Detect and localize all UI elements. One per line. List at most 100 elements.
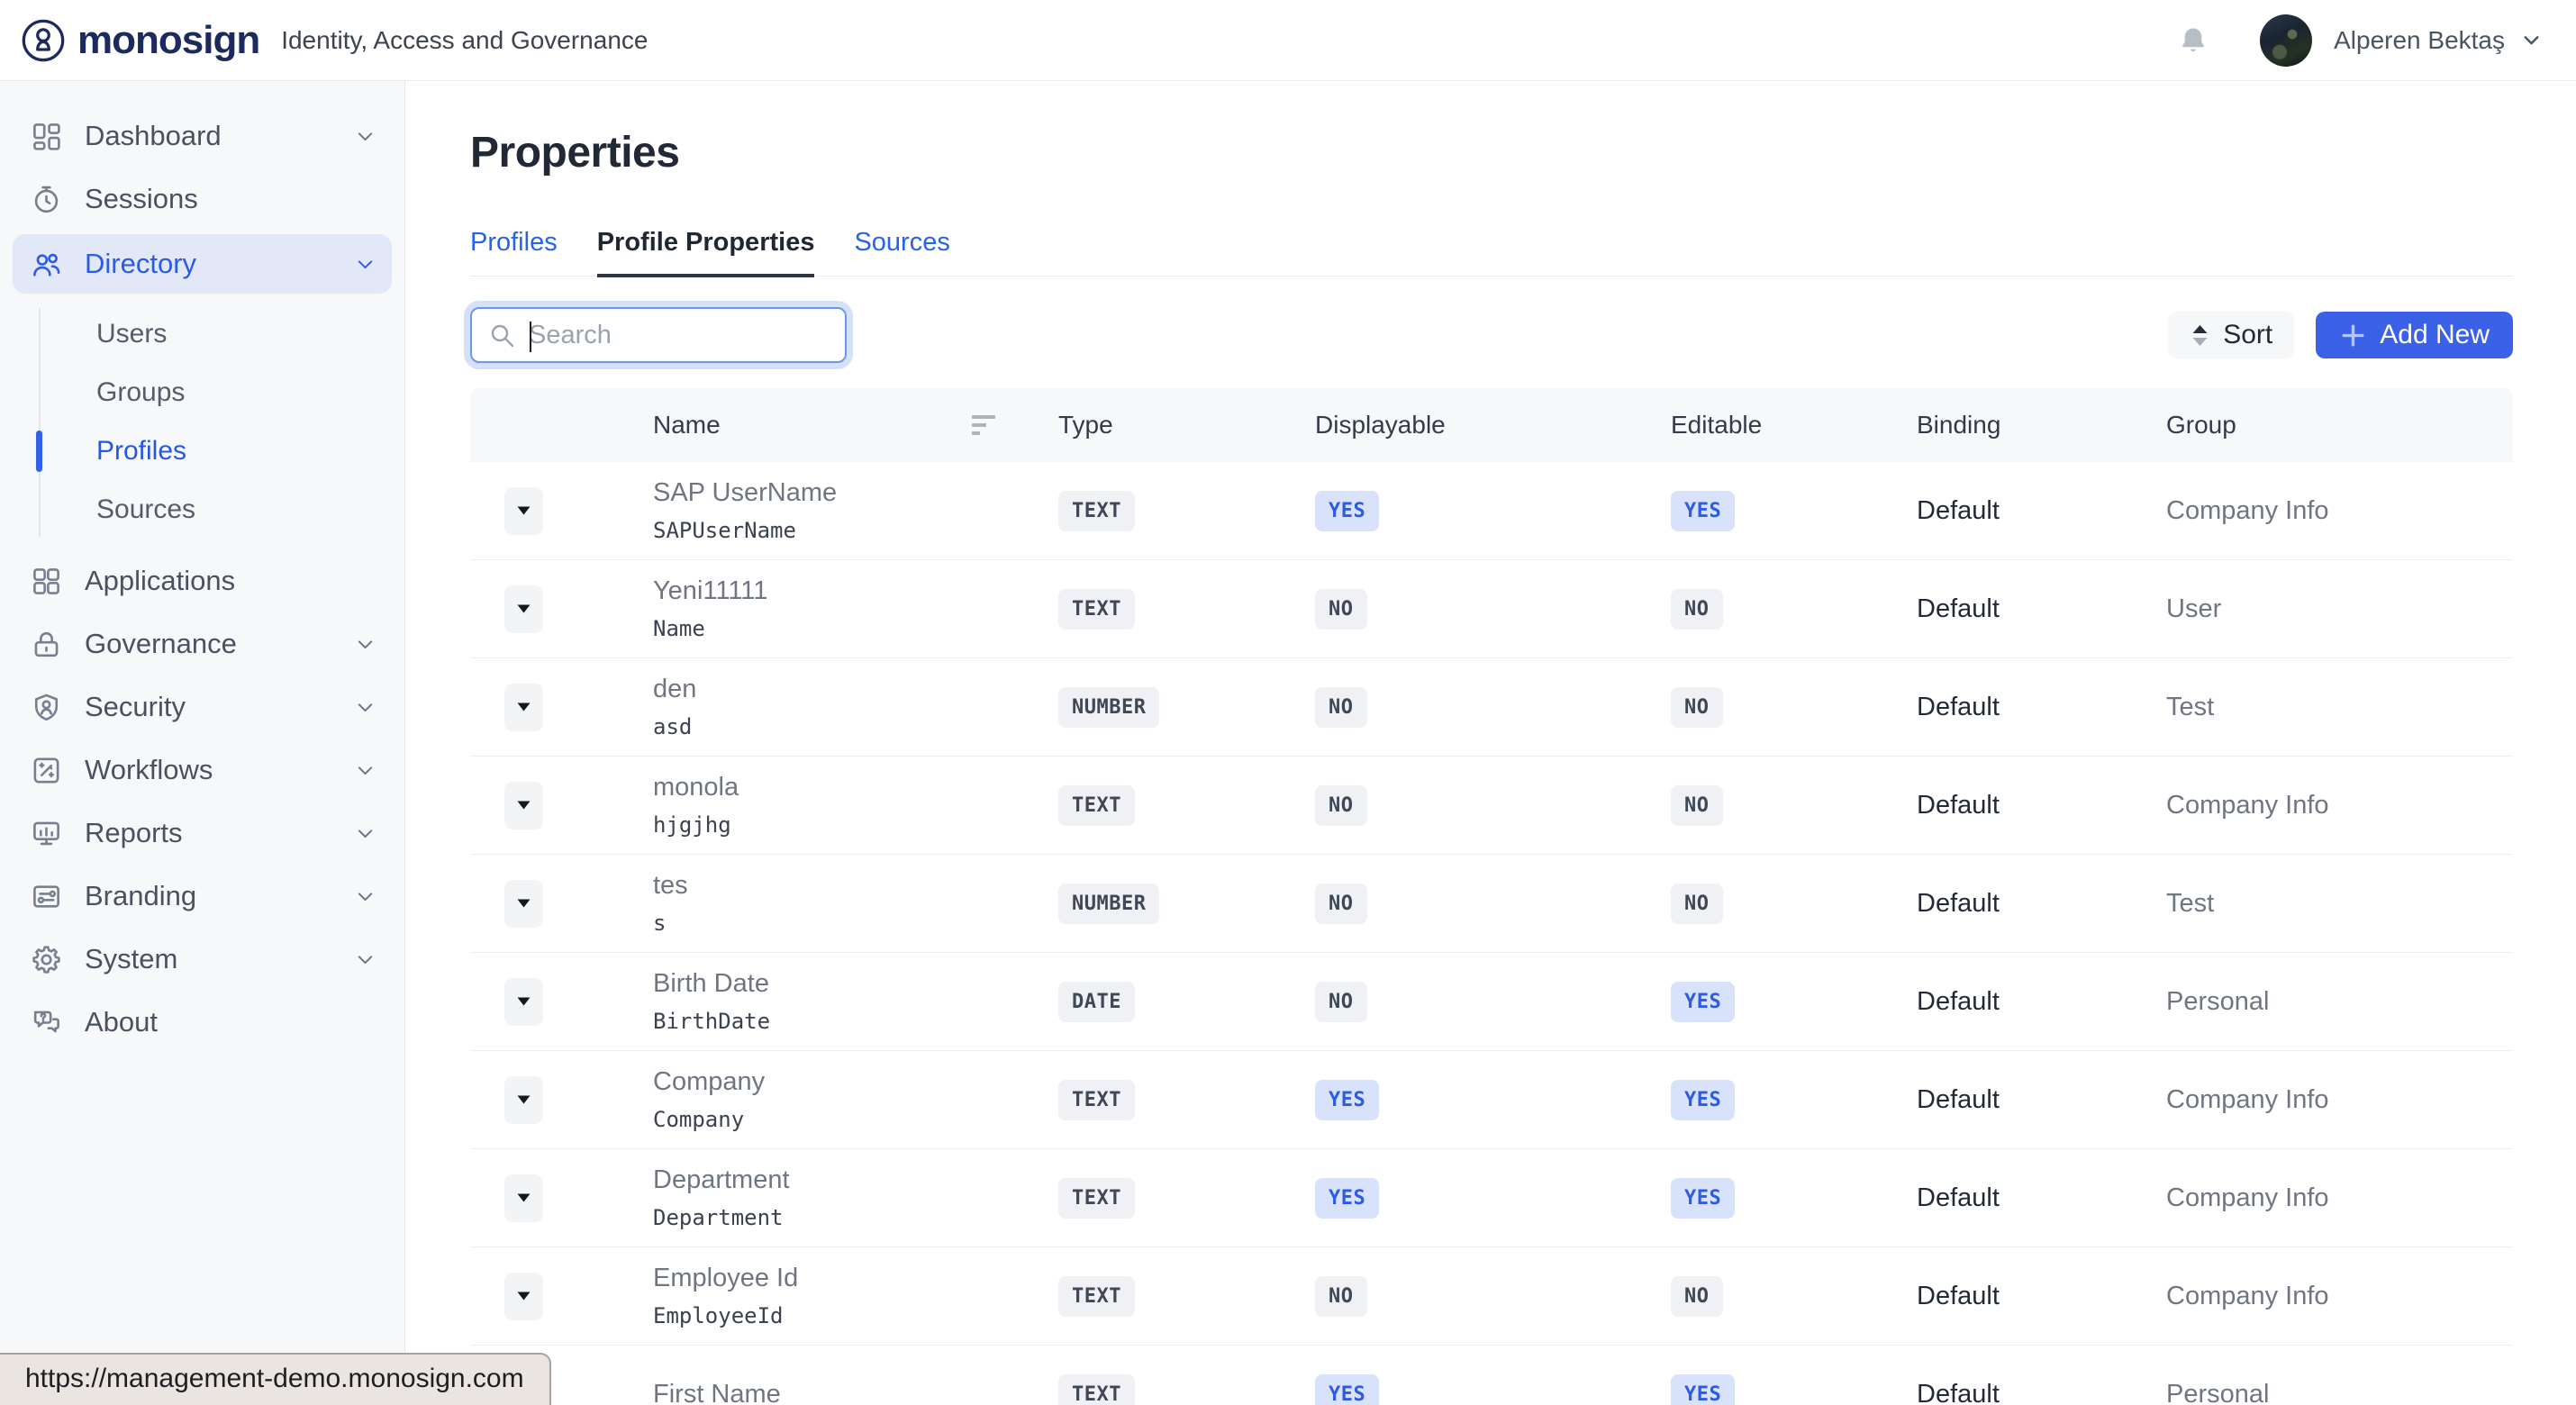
binding-value: Default (1917, 594, 2166, 624)
table-row[interactable]: CompanyCompanyTEXTYESYESDefaultCompany I… (470, 1051, 2513, 1149)
displayable-badge: YES (1315, 491, 1379, 531)
type-badge: NUMBER (1058, 884, 1159, 924)
row-expand-button[interactable] (504, 585, 543, 633)
displayable-badge: YES (1315, 1374, 1379, 1405)
property-name: Employee Id (653, 1264, 1058, 1293)
sidebar-nav: DashboardSessions Directory Users Groups Pro… (0, 104, 404, 1054)
sidebar-item-sessions[interactable]: Sessions (0, 168, 404, 231)
sidebar-item-label: Directory (85, 248, 196, 280)
property-name: Birth Date (653, 969, 1058, 999)
caret-down-icon (517, 801, 531, 810)
tab-profiles[interactable]: Profiles (470, 228, 558, 276)
row-expand-button[interactable] (504, 684, 543, 731)
row-expand-button[interactable] (504, 782, 543, 829)
page-title: Properties (470, 128, 2513, 177)
displayable-badge: NO (1315, 589, 1367, 630)
sidebar-item-workflows[interactable]: Workflows (0, 739, 404, 802)
column-header-editable: Editable (1671, 411, 1917, 440)
directory-icon (30, 248, 63, 281)
sidebar-item-users[interactable]: Users (0, 304, 404, 363)
tab-profile-properties[interactable]: Profile Properties (597, 228, 815, 276)
binding-value: Default (1917, 496, 2166, 526)
table-header-row: NameTypeDisplayableEditableBindingGroup (470, 388, 2513, 462)
caret-down-icon (517, 1095, 531, 1104)
binding-value: Default (1917, 1282, 2166, 1311)
chevron-down-icon (353, 695, 377, 720)
group-value: Company Info (2166, 1282, 2513, 1311)
property-key: EmployeeId (653, 1303, 1058, 1328)
property-name: Yeni11111 (653, 576, 1058, 606)
table-row[interactable]: Employee IdEmployeeIdTEXTNONODefaultComp… (470, 1247, 2513, 1346)
sidebar-item-applications[interactable]: Applications (0, 549, 404, 612)
tab-bar: Profiles Profile Properties Sources (470, 228, 2513, 276)
search-input[interactable] (529, 321, 829, 350)
sidebar-item-label: Security (85, 691, 186, 723)
row-expand-button[interactable] (504, 1174, 543, 1222)
column-header-binding: Binding (1917, 411, 2166, 440)
tab-label: Profiles (470, 228, 558, 257)
property-key: Name (653, 616, 1058, 641)
sidebar-item-directory[interactable]: Directory (13, 234, 392, 294)
column-header-label: Displayable (1315, 411, 1446, 439)
row-expand-button[interactable] (504, 1076, 543, 1124)
user-menu-chevron-icon[interactable] (2519, 28, 2544, 52)
row-expand-button[interactable] (504, 978, 543, 1026)
sidebar-item-profiles[interactable]: Profiles (0, 422, 404, 480)
row-expand-button[interactable] (504, 487, 543, 535)
sidebar-item-groups[interactable]: Groups (0, 363, 404, 422)
table-row[interactable]: Yeni11111NameTEXTNONODefaultUser (470, 560, 2513, 658)
column-header-type: Type (1058, 411, 1315, 440)
caret-down-icon (517, 1193, 531, 1202)
sort-button[interactable]: Sort (2168, 312, 2294, 358)
chevron-down-icon (353, 758, 377, 783)
sort-order-icon[interactable] (972, 413, 1002, 438)
table-row[interactable]: Birth DateBirthDateDATENOYESDefaultPerso… (470, 953, 2513, 1051)
table-row[interactable]: denasdNUMBERNONODefaultTest (470, 658, 2513, 757)
security-icon (30, 691, 63, 724)
row-expand-button[interactable] (504, 880, 543, 928)
sidebar-subitem-label: Groups (96, 377, 185, 408)
sidebar-item-security[interactable]: Security (0, 675, 404, 739)
displayable-badge: NO (1315, 982, 1367, 1022)
sidebar-item-dashboard[interactable]: Dashboard (0, 104, 404, 168)
row-expand-button[interactable] (504, 1273, 543, 1320)
applications-icon (30, 565, 63, 598)
table-row[interactable]: SAP UserNameSAPUserNameTEXTYESYESDefault… (470, 462, 2513, 560)
table-row[interactable]: monolahjgjhgTEXTNONODefaultCompany Info (470, 757, 2513, 855)
binding-value: Default (1917, 791, 2166, 820)
sidebar-subitem-label: Users (96, 319, 167, 349)
user-name[interactable]: Alperen Bektaş (2334, 26, 2505, 55)
add-new-button-label: Add New (2380, 320, 2490, 350)
sidebar-item-branding[interactable]: Branding (0, 865, 404, 928)
search-box[interactable] (470, 307, 847, 363)
monosign-logo-icon (20, 17, 67, 64)
binding-value: Default (1917, 987, 2166, 1017)
sidebar-item-label: About (85, 1006, 158, 1038)
chevron-down-icon (353, 821, 377, 846)
property-key: asd (653, 714, 1058, 739)
add-new-button[interactable]: Add New (2316, 312, 2513, 358)
workflows-icon (30, 754, 63, 787)
table-row[interactable]: tessNUMBERNONODefaultTest (470, 855, 2513, 953)
group-value: Personal (2166, 1380, 2513, 1405)
type-badge: TEXT (1058, 491, 1135, 531)
editable-badge: YES (1671, 1374, 1735, 1405)
sidebar-item-governance[interactable]: Governance (0, 612, 404, 675)
sort-arrows-icon (2190, 323, 2210, 348)
property-key: s (653, 911, 1058, 936)
table-row[interactable]: DepartmentDepartmentTEXTYESYESDefaultCom… (470, 1149, 2513, 1247)
property-name: SAP UserName (653, 478, 1058, 508)
tab-sources[interactable]: Sources (854, 228, 949, 276)
column-header-label: Group (2166, 411, 2236, 439)
sidebar-item-sources[interactable]: Sources (0, 480, 404, 539)
property-name: Company (653, 1067, 1058, 1097)
sidebar-item-system[interactable]: System (0, 928, 404, 991)
sidebar-item-reports[interactable]: Reports (0, 802, 404, 865)
sidebar-item-about[interactable]: About (0, 991, 404, 1054)
bell-icon[interactable] (2177, 24, 2209, 57)
avatar[interactable] (2260, 14, 2312, 67)
displayable-badge: YES (1315, 1178, 1379, 1219)
table-row[interactable]: First NameTEXTYESYESDefaultPersonal (470, 1346, 2513, 1405)
main-content: Properties Profiles Profile Properties Sou… (405, 81, 2576, 1405)
binding-value: Default (1917, 1183, 2166, 1213)
